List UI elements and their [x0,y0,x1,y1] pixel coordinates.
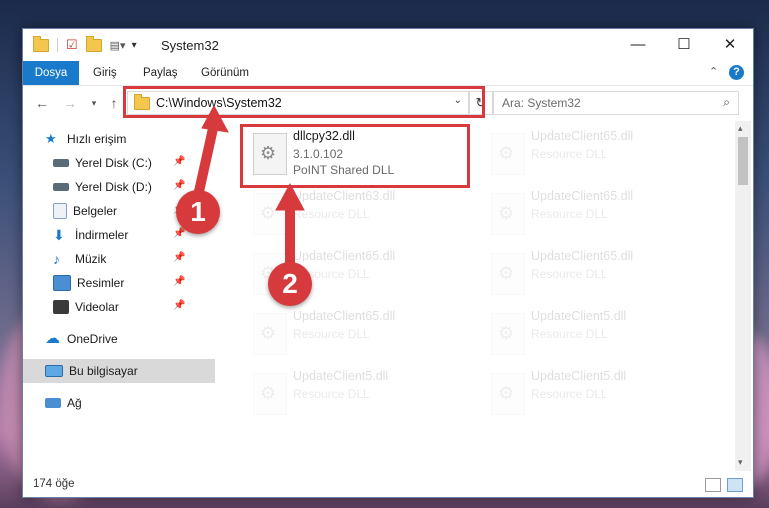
arrow-2-head [275,182,305,211]
annotation-arrows [193,104,305,269]
step-1-badge: 1 [176,190,220,234]
arrow-1-head [201,104,229,133]
step-2-badge: 2 [268,262,312,306]
arrow-1-shaft [193,119,219,201]
